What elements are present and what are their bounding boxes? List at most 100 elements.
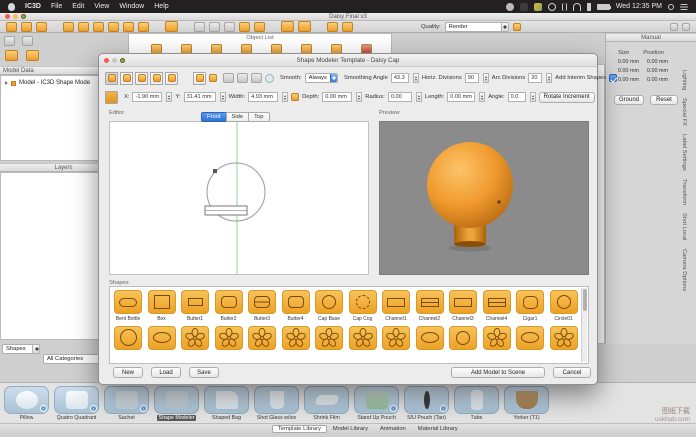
select-tool-icon[interactable]	[63, 22, 74, 32]
info-badge-icon[interactable]: i	[390, 405, 397, 412]
volume-icon[interactable]	[587, 3, 591, 11]
pen-tool-icon[interactable]	[223, 73, 234, 83]
shape-thumb-cap-base[interactable]: Cap Base	[314, 290, 344, 322]
shapes-dropdown[interactable]: Shapes	[2, 344, 40, 354]
template-shaped-bag[interactable]: Shaped Bag	[204, 386, 249, 421]
stepper[interactable]	[479, 92, 485, 102]
rotate-increment-button[interactable]: Rotate Increment	[539, 92, 595, 103]
reset-button[interactable]: Reset	[650, 95, 678, 105]
align-icon[interactable]	[194, 22, 205, 32]
tab-label-settings[interactable]: Label Settings	[681, 134, 687, 171]
dialog-title-bar[interactable]: Shape Modeler Template - Daisy Cap	[99, 54, 597, 67]
save-button[interactable]: Save	[189, 367, 219, 378]
shapes-scrollbar[interactable]	[581, 288, 587, 362]
template-stand-up-pouch[interactable]: iStand Up Pouch	[354, 386, 399, 421]
width-input[interactable]	[248, 92, 278, 102]
horiz-divisions-input[interactable]	[465, 73, 479, 83]
template-quatro-quadrant[interactable]: iQuatro Quadrant	[54, 386, 99, 421]
shape-thumb-butter3[interactable]: Butter3	[247, 290, 277, 322]
stepper[interactable]	[356, 92, 362, 102]
tab-front[interactable]: Front	[201, 112, 227, 122]
orbit-tool-icon[interactable]	[93, 22, 104, 32]
curve-tool-icon[interactable]	[251, 73, 262, 83]
new-document-icon[interactable]	[6, 22, 17, 32]
move-tool-icon[interactable]	[123, 22, 134, 32]
shape-thumb[interactable]	[180, 326, 210, 350]
shape-thumb-bent-bottle[interactable]: Bent Bottle	[113, 290, 143, 322]
shape-thumb[interactable]	[214, 326, 244, 350]
shape-thumb-cigar1[interactable]: Cigar1	[515, 290, 545, 322]
depth-input[interactable]	[322, 92, 352, 102]
menu-help[interactable]: Help	[154, 3, 168, 10]
menu-window[interactable]: Window	[119, 3, 144, 10]
template-pillow[interactable]: iPillow	[4, 386, 49, 421]
shape-thumb-channel3[interactable]: Channel3	[448, 290, 478, 322]
lasso-tool-button[interactable]	[165, 72, 178, 85]
time-machine-icon[interactable]	[548, 3, 556, 11]
zoom-tool-icon[interactable]	[78, 22, 89, 32]
material-icon[interactable]	[281, 21, 294, 32]
render-settings-icon[interactable]	[513, 23, 521, 31]
arc-divisions-input[interactable]	[528, 73, 542, 83]
rotate-tool-icon[interactable]	[138, 22, 149, 32]
distribute-icon[interactable]	[209, 22, 220, 32]
shape-thumb-butter2[interactable]: Butter2	[214, 290, 244, 322]
template-yorker[interactable]: Yorker (T1)	[504, 386, 549, 421]
preview-canvas[interactable]	[379, 121, 589, 275]
load-button[interactable]: Load	[151, 367, 181, 378]
x-input[interactable]	[132, 92, 162, 102]
shape-thumb[interactable]	[348, 326, 378, 350]
shape-thumb[interactable]	[482, 326, 512, 350]
star-icon[interactable]	[224, 22, 235, 32]
circle-tool-icon[interactable]	[265, 74, 274, 83]
menu-view[interactable]: View	[94, 3, 109, 10]
menu-file[interactable]: File	[51, 3, 62, 10]
shape-thumb[interactable]	[549, 326, 579, 350]
menu-edit[interactable]: Edit	[72, 3, 84, 10]
bluetooth-icon[interactable]	[562, 3, 567, 11]
zoom-in-tool-button[interactable]	[120, 72, 133, 85]
scrollbar-thumb[interactable]	[583, 289, 587, 311]
stepper[interactable]	[483, 73, 489, 83]
battery-icon[interactable]	[597, 4, 610, 10]
open-folder-icon[interactable]	[21, 22, 32, 32]
template-shape-modeler[interactable]: Shape Modeler	[154, 386, 199, 421]
stepper[interactable]	[546, 73, 552, 83]
shape-thumb[interactable]	[314, 326, 344, 350]
tab-camera-options[interactable]: Camera Options	[681, 249, 687, 291]
stepper[interactable]	[220, 92, 226, 102]
shape-thumb[interactable]	[415, 326, 445, 350]
smooth-select[interactable]: Always	[305, 73, 338, 83]
add-model-to-scene-button[interactable]: Add Model to Scene	[451, 367, 545, 378]
shape-thumb[interactable]	[381, 326, 411, 350]
small-shape-icon[interactable]	[209, 74, 217, 82]
menu-clock[interactable]: Wed 12:35 PM	[616, 3, 662, 10]
shape-thumb-channel4[interactable]: Channel4	[482, 290, 512, 322]
tab-top[interactable]: Top	[248, 112, 269, 122]
stepper[interactable]	[416, 92, 422, 102]
stepper[interactable]	[166, 92, 172, 102]
pan-tool-icon[interactable]	[108, 22, 119, 32]
shape-thumb-butter1[interactable]: Butter1	[180, 290, 210, 322]
stepper[interactable]	[282, 92, 288, 102]
arc-tool-icon[interactable]	[237, 73, 248, 83]
wifi-icon[interactable]	[573, 3, 581, 11]
shape-thumb-circle01[interactable]: Circle01	[549, 290, 579, 322]
panel-toggle-left-icon[interactable]	[670, 23, 678, 31]
text-tool-icon[interactable]	[239, 22, 250, 32]
apple-menu-icon[interactable]	[8, 3, 15, 11]
shape-thumb-cap-cog[interactable]: Cap Cog	[348, 290, 378, 322]
tab-lighting[interactable]: Lighting	[681, 70, 687, 90]
shape-thumb-channel2[interactable]: Channel2	[415, 290, 445, 322]
shape-thumb-box[interactable]: Box	[147, 290, 177, 322]
tab-material-library[interactable]: Material Library	[412, 425, 464, 433]
shape-thumb[interactable]	[113, 326, 143, 350]
shape-thumb[interactable]	[281, 326, 311, 350]
select-tool-button[interactable]	[105, 72, 118, 85]
add-shape-button[interactable]	[193, 72, 206, 85]
light-icon[interactable]	[298, 21, 311, 32]
radius-input[interactable]	[388, 92, 412, 102]
spotlight-icon[interactable]	[668, 4, 674, 10]
hand-tool-icon[interactable]	[254, 22, 265, 32]
redo-icon[interactable]	[342, 22, 353, 32]
